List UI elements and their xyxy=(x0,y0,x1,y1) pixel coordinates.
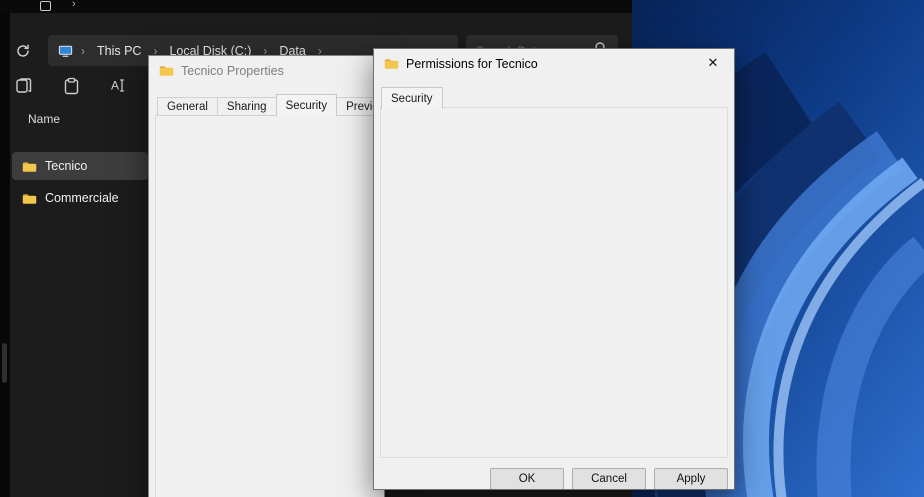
tab-sharing[interactable]: Sharing xyxy=(218,97,277,116)
folder-icon xyxy=(22,159,37,174)
properties-dialog: Tecnico Properties General Sharing Secur… xyxy=(148,55,385,497)
folder-icon xyxy=(384,57,399,72)
permissions-dialog: Permissions for Tecnico ✕ Security Objec… xyxy=(373,48,735,490)
window-tab-icon[interactable] xyxy=(40,1,51,11)
properties-dialog-titlebar[interactable]: Tecnico Properties xyxy=(149,56,384,86)
paste-icon[interactable] xyxy=(59,74,83,98)
screen: › › This PC › Local Disk (C:) › Data › xyxy=(0,0,924,497)
file-row-tecnico[interactable]: Tecnico xyxy=(12,152,148,180)
breadcrumb-separator: › xyxy=(79,44,87,58)
permissions-dialog-titlebar[interactable]: Permissions for Tecnico xyxy=(374,49,734,79)
folder-icon xyxy=(159,64,174,79)
tab-security[interactable]: Security xyxy=(276,94,338,116)
tab-page xyxy=(380,107,728,458)
svg-text:A: A xyxy=(111,79,119,93)
dialog-title: Permissions for Tecnico xyxy=(406,57,538,71)
scrollbar[interactable] xyxy=(2,343,7,383)
chevron-right-icon: › xyxy=(72,0,76,10)
file-row-commerciale[interactable]: Commerciale xyxy=(12,184,148,212)
permissions-dialog-tabs: Security xyxy=(382,87,443,109)
breadcrumb-item-this-pc[interactable]: This PC xyxy=(93,42,145,60)
close-icon[interactable]: ✕ xyxy=(692,49,734,77)
tab-page xyxy=(155,114,385,497)
cancel-button[interactable]: Cancel xyxy=(572,468,646,490)
tab-general[interactable]: General xyxy=(157,97,218,116)
refresh-button[interactable] xyxy=(10,38,36,64)
folder-icon xyxy=(22,191,37,206)
column-header-name[interactable]: Name xyxy=(28,112,60,126)
explorer-tab-strip: › xyxy=(0,0,632,13)
rename-icon[interactable]: A xyxy=(106,74,130,98)
file-name-label: Tecnico xyxy=(45,159,87,173)
ok-button[interactable]: OK xyxy=(490,468,564,490)
apply-button[interactable]: Apply xyxy=(654,468,728,490)
this-pc-icon xyxy=(58,43,73,58)
tab-security[interactable]: Security xyxy=(381,87,443,109)
properties-dialog-tabs: General Sharing Security Previous Vers xyxy=(157,94,385,116)
copy-icon[interactable] xyxy=(11,74,35,98)
window-edge xyxy=(0,13,10,497)
dialog-title: Tecnico Properties xyxy=(181,64,284,78)
file-name-label: Commerciale xyxy=(45,191,119,205)
